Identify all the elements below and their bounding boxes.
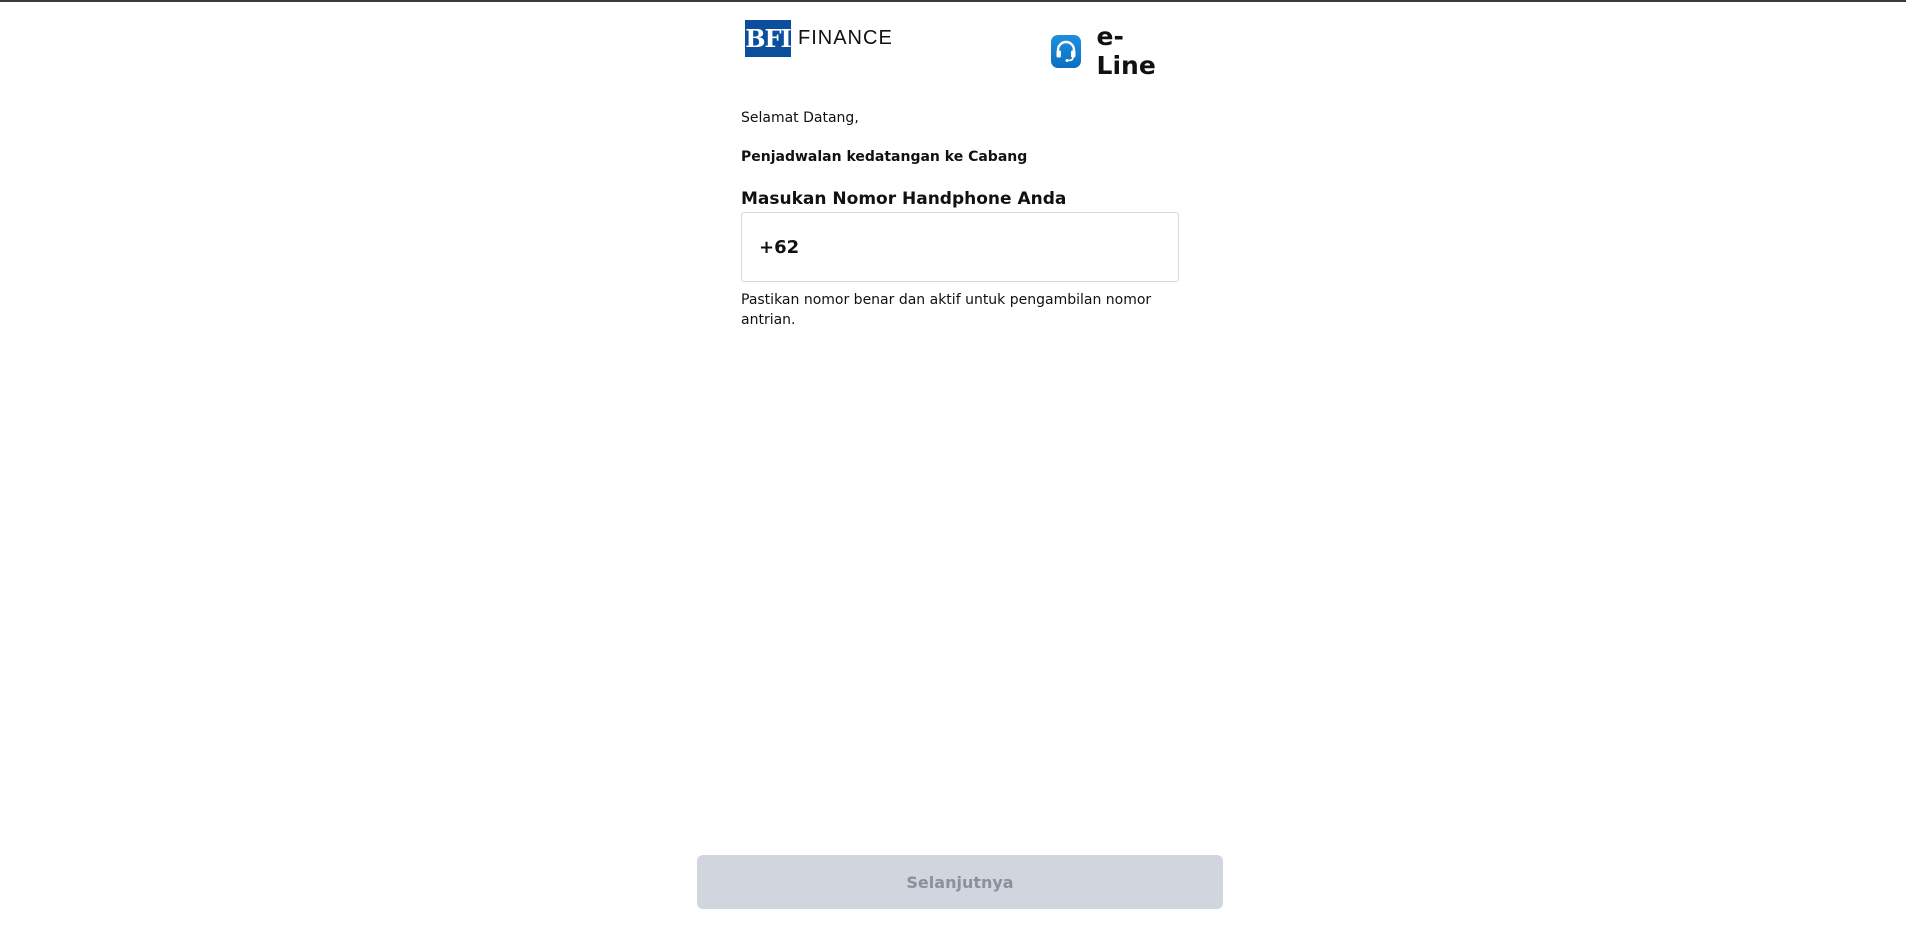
phone-hint-text: Pastikan nomor benar dan aktif untuk pen… — [741, 292, 1152, 328]
eline-title: e-Line — [1096, 22, 1156, 80]
bfi-logo-mark: BFI — [745, 20, 792, 57]
top-border — [0, 0, 1906, 2]
phone-field-label: Masukan Nomor Handphone Anda — [741, 189, 1067, 209]
header: BFI FINANCE e-Line — [744, 18, 1174, 80]
phone-input[interactable] — [759, 236, 1159, 258]
page-subtitle: Penjadwalan kedatangan ke Cabang — [741, 149, 1028, 165]
bfi-finance-logo: BFI FINANCE — [745, 20, 893, 57]
greeting-text: Selamat Datang, — [741, 110, 859, 126]
headset-icon — [1051, 34, 1081, 68]
main-content: Selamat Datang, Penjadwalan kedatangan k… — [741, 108, 1181, 330]
bfi-logo-text: FINANCE — [798, 27, 893, 49]
phone-field[interactable] — [741, 212, 1179, 282]
next-button[interactable]: Selanjutnya — [697, 855, 1223, 909]
eline-logo: e-Line — [1051, 22, 1174, 80]
